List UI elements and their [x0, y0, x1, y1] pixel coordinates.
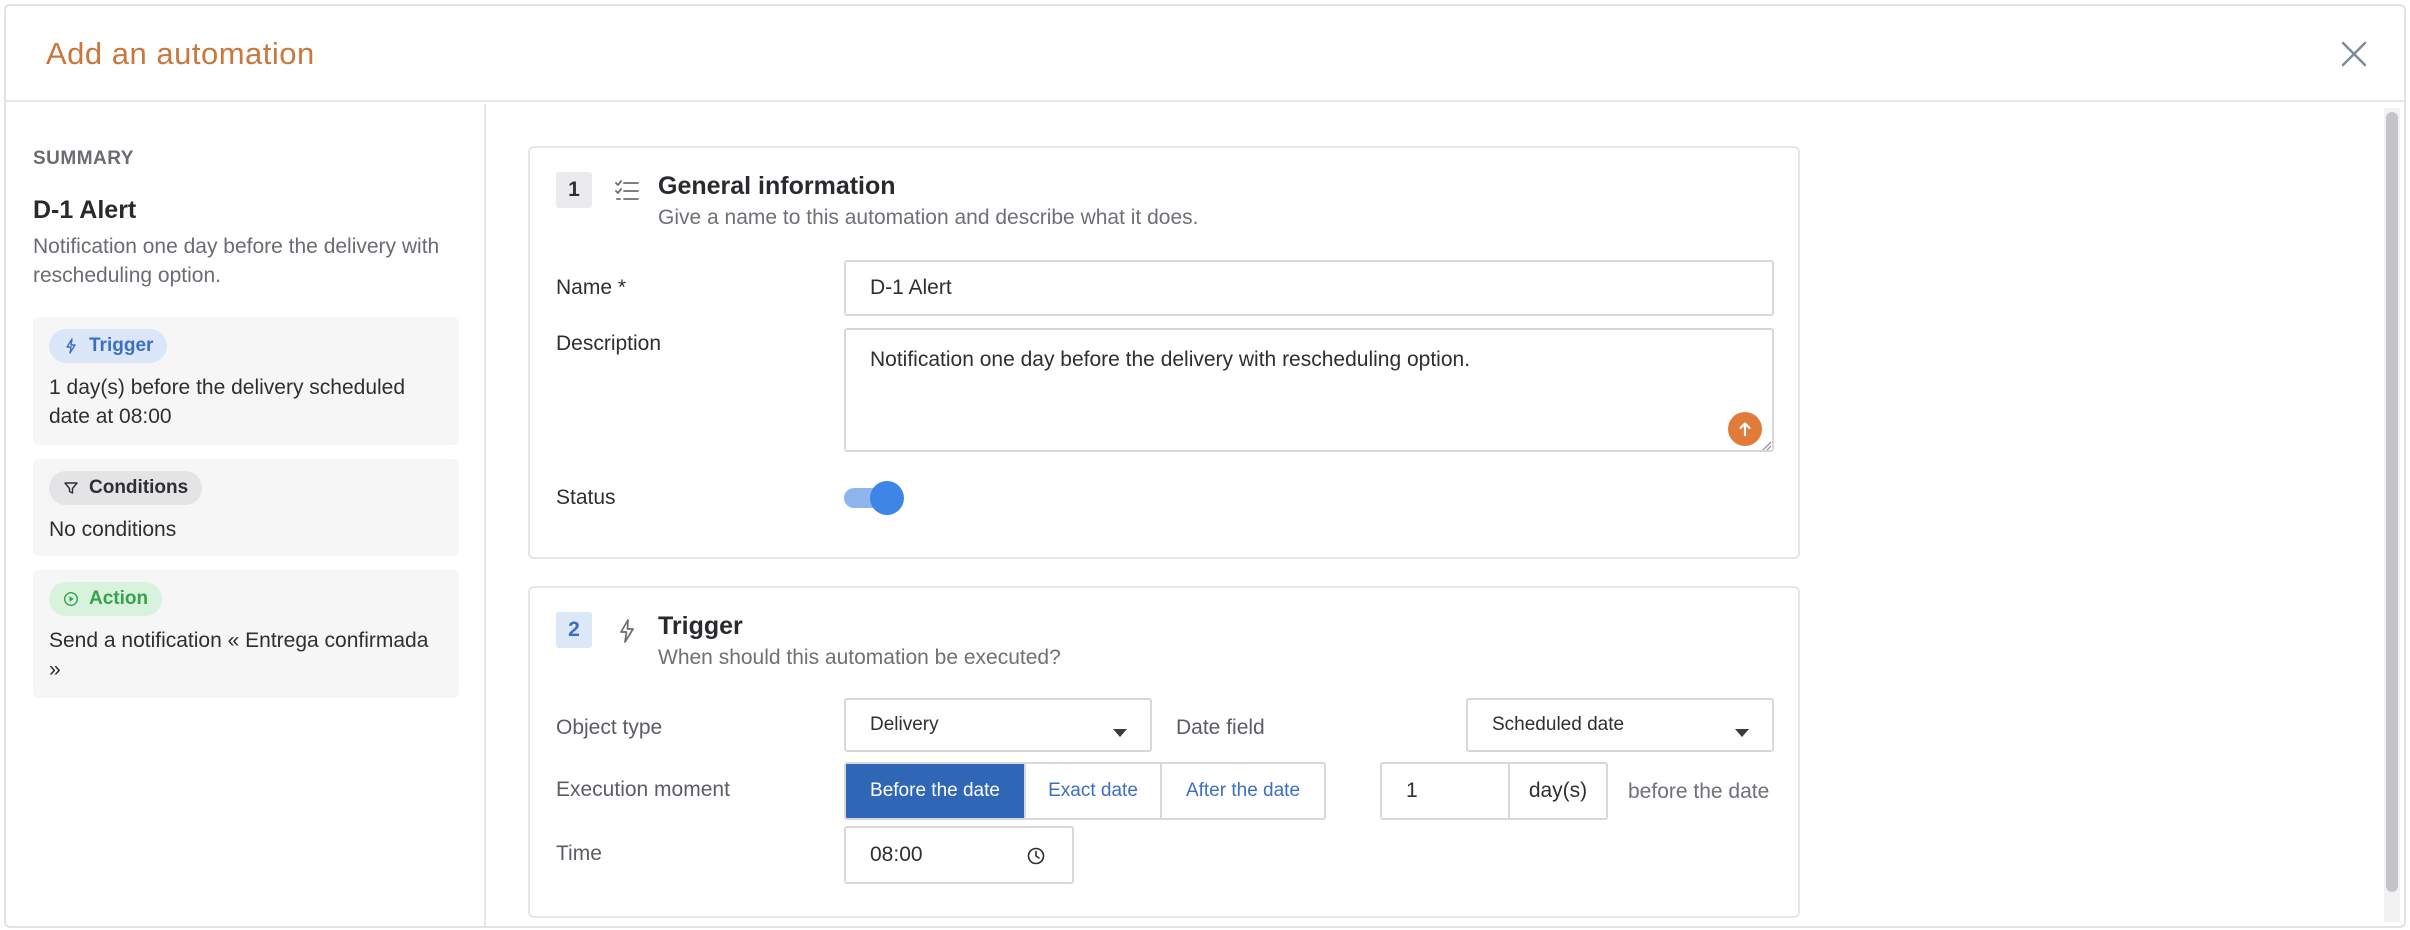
description-textarea[interactable]: Notification one day before the delivery…	[844, 328, 1774, 452]
exact-date-option[interactable]: Exact date	[1024, 764, 1160, 818]
main-form-area: 1 General information Give a name to thi…	[488, 104, 2404, 926]
trigger-section: 2 Trigger When should this automation be…	[528, 586, 1800, 918]
execution-moment-label: Execution moment	[556, 778, 730, 801]
chevron-down-icon	[1734, 722, 1750, 737]
trigger-subtitle: When should this automation be executed?	[658, 646, 1061, 669]
modal-title: Add an automation	[46, 36, 315, 71]
offset-number-input[interactable]	[1380, 762, 1510, 820]
object-type-label: Object type	[556, 716, 663, 739]
lightning-icon	[614, 618, 640, 644]
conditions-pill: Conditions	[49, 471, 203, 505]
offset-unit: day(s)	[1508, 762, 1608, 820]
after-the-date-option[interactable]: After the date	[1160, 764, 1324, 818]
scrollbar-thumb[interactable]	[2386, 112, 2398, 892]
summary-sidebar: SUMMARY D-1 Alert Notification one day b…	[6, 104, 486, 926]
action-summary-text: Send a notification « Entrega confirmada…	[49, 629, 429, 681]
trigger-pill: Trigger	[49, 329, 168, 363]
general-information-title: General information	[658, 172, 896, 200]
filter-icon	[63, 480, 79, 496]
step-number-2: 2	[556, 612, 592, 648]
step-number-1: 1	[556, 172, 592, 208]
summary-action-card: Action Send a notification « Entrega con…	[33, 570, 459, 698]
modal-header: Add an automation	[6, 6, 2404, 102]
toggle-knob	[870, 481, 904, 515]
conditions-summary-text: No conditions	[49, 518, 177, 541]
object-type-value: Delivery	[870, 714, 939, 735]
chevron-down-icon	[1112, 722, 1128, 737]
conditions-pill-label: Conditions	[89, 477, 189, 498]
offset-suffix: before the date	[1628, 780, 1770, 803]
time-value: 08:00	[870, 843, 923, 866]
time-label: Time	[556, 842, 602, 865]
summary-conditions-card: Conditions No conditions	[33, 459, 459, 556]
summary-description: Notification one day before the delivery…	[33, 235, 440, 287]
clock-icon[interactable]	[1026, 846, 1046, 866]
arrow-up-icon[interactable]	[1728, 412, 1762, 446]
resize-grip-icon[interactable]	[1760, 438, 1772, 451]
object-type-select[interactable]: Delivery	[844, 698, 1152, 752]
close-icon[interactable]	[2336, 36, 2372, 72]
play-circle-icon	[63, 591, 79, 607]
summary-heading: SUMMARY	[33, 148, 134, 169]
date-field-select[interactable]: Scheduled date	[1466, 698, 1774, 752]
name-label: Name *	[556, 276, 627, 299]
execution-moment-segmented: Before the date Exact date After the dat…	[844, 762, 1326, 820]
trigger-summary-text: 1 day(s) before the delivery scheduled d…	[49, 376, 406, 428]
trigger-pill-label: Trigger	[89, 335, 154, 356]
date-field-label: Date field	[1176, 716, 1265, 739]
status-label: Status	[556, 486, 616, 509]
name-input[interactable]	[844, 260, 1774, 316]
time-input[interactable]: 08:00	[844, 826, 1074, 884]
summary-name: D-1 Alert	[33, 196, 137, 224]
trigger-title: Trigger	[658, 612, 743, 640]
before-the-date-option[interactable]: Before the date	[846, 764, 1024, 818]
action-pill-label: Action	[89, 588, 149, 609]
general-information-subtitle: Give a name to this automation and descr…	[658, 206, 1199, 229]
action-pill: Action	[49, 582, 163, 616]
checklist-icon	[614, 178, 640, 204]
lightning-icon	[63, 338, 79, 354]
automation-modal: Add an automation SUMMARY D-1 Alert Noti…	[4, 4, 2406, 928]
description-label: Description	[556, 332, 662, 355]
status-toggle[interactable]	[844, 480, 904, 516]
summary-trigger-card: Trigger 1 day(s) before the delivery sch…	[33, 317, 459, 445]
general-information-section: 1 General information Give a name to thi…	[528, 146, 1800, 559]
date-field-value: Scheduled date	[1492, 714, 1625, 735]
